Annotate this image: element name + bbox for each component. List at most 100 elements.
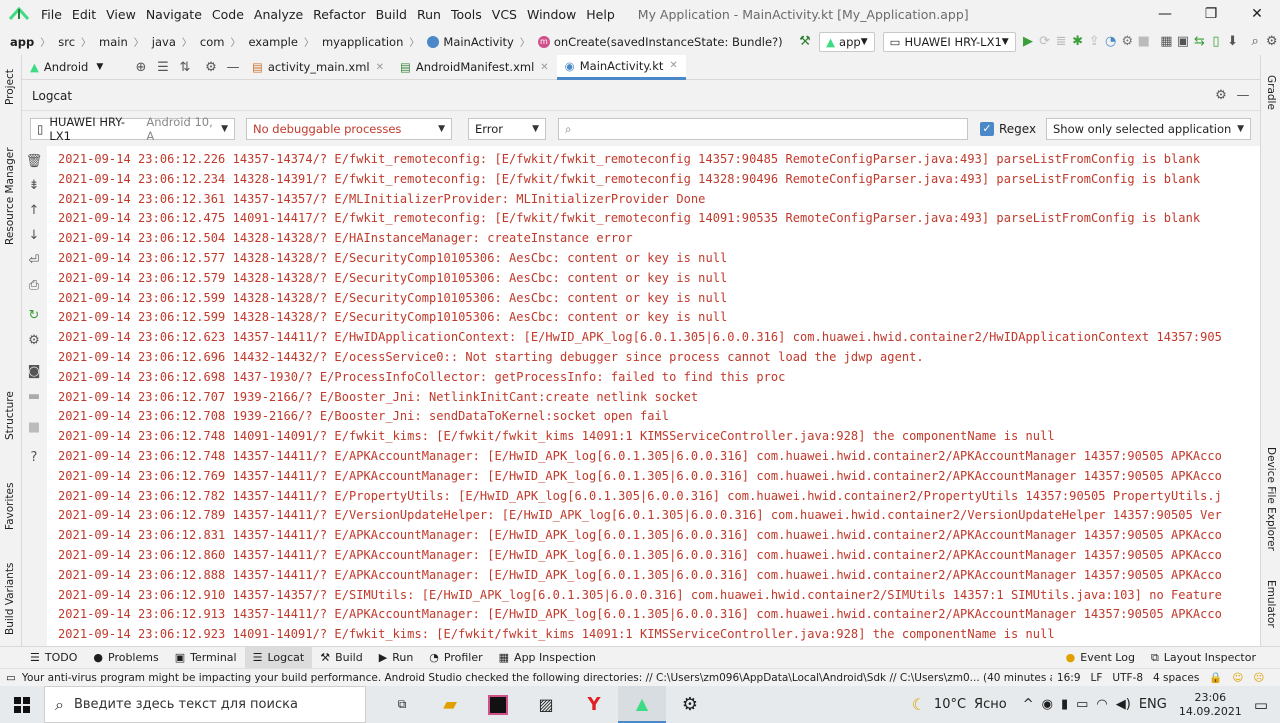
project-tool-tab[interactable]: Project: [4, 69, 16, 105]
smile-icon[interactable]: ☺: [1227, 672, 1248, 684]
breadcrumb-com[interactable]: com 〉: [196, 34, 245, 50]
start-button[interactable]: [0, 686, 44, 723]
hammer-icon[interactable]: ⚒: [797, 31, 814, 53]
tab-problems[interactable]: ● Problems: [85, 647, 166, 669]
settings-gear-icon[interactable]: ⚙: [666, 686, 714, 723]
menu-file[interactable]: File: [36, 7, 67, 22]
menu-help[interactable]: Help: [581, 7, 620, 22]
menu-analyze[interactable]: Analyze: [249, 7, 308, 22]
line-separator[interactable]: LF: [1086, 672, 1108, 684]
build-variants-tool-tab[interactable]: Build Variants: [4, 563, 16, 635]
notification-icon[interactable]: ▭: [6, 672, 16, 684]
lock-icon[interactable]: 🔒: [1204, 671, 1227, 684]
project-view-select[interactable]: ▲ Android ▼: [22, 55, 130, 80]
minimize-button[interactable]: —: [1142, 0, 1188, 28]
sync-icon[interactable]: ⇆: [1191, 31, 1208, 53]
battery-icon[interactable]: ▭: [1072, 697, 1092, 712]
favorites-tool-tab[interactable]: Favorites: [4, 483, 16, 530]
tab-logcat[interactable]: ☰ Logcat: [244, 646, 313, 669]
device-manager-icon[interactable]: ▯: [1208, 31, 1225, 53]
tab-profiler[interactable]: ◔ Profiler: [421, 647, 490, 669]
screen-record-icon[interactable]: ▬: [23, 385, 45, 407]
close-tab-icon[interactable]: ✕: [540, 62, 548, 73]
menu-tools[interactable]: Tools: [446, 7, 487, 22]
print-icon[interactable]: ⎙: [23, 274, 45, 296]
help-icon[interactable]: ?: [23, 446, 45, 468]
tab-run[interactable]: ▶ Run: [371, 647, 422, 669]
device-combo[interactable]: ▯ HUAWEI HRY-LX1 Android 10, A ▼: [30, 115, 235, 143]
stop-icon[interactable]: ■: [1136, 31, 1153, 53]
run-config-select[interactable]: ▲ app ▼: [819, 31, 875, 52]
scroll-to-end-icon[interactable]: ⇟: [23, 174, 45, 196]
menu-edit[interactable]: Edit: [67, 7, 101, 22]
restore-button[interactable]: ❐: [1188, 0, 1234, 28]
tab-terminal[interactable]: ▣ Terminal: [167, 647, 245, 669]
tab-app-inspection[interactable]: ▦ App Inspection: [491, 647, 604, 669]
menu-window[interactable]: Window: [522, 7, 581, 22]
tab-android-manifest[interactable]: ▤ AndroidManifest.xml ✕: [392, 55, 557, 80]
tab-mainactivity-kt[interactable]: ◉ MainActivity.kt ✕: [556, 54, 686, 80]
indent-setting[interactable]: 4 spaces: [1148, 672, 1204, 684]
run-icon[interactable]: ▶: [1020, 31, 1037, 53]
file-explorer-icon[interactable]: ▰: [426, 686, 474, 723]
android-studio-taskbar-icon[interactable]: ▲: [618, 686, 666, 723]
file-encoding[interactable]: UTF-8: [1107, 672, 1148, 684]
gradle-tool-tab[interactable]: Gradle: [1265, 75, 1277, 110]
settings-icon[interactable]: ⚙: [1263, 31, 1280, 53]
breadcrumb-java[interactable]: java 〉: [148, 34, 196, 50]
weather-temp[interactable]: 10°C: [930, 697, 970, 712]
clear-logcat-icon[interactable]: 🗑: [23, 150, 45, 172]
restart-icon[interactable]: ↻: [23, 304, 45, 326]
hide-icon[interactable]: —: [222, 56, 244, 78]
device-file-explorer-tool-tab[interactable]: Device File Explorer: [1265, 447, 1277, 551]
language-indicator[interactable]: ENG: [1135, 697, 1171, 712]
notifications-icon[interactable]: ▭: [1250, 696, 1272, 714]
search-everywhere-icon[interactable]: ⌕: [1247, 31, 1264, 53]
menu-build[interactable]: Build: [371, 7, 412, 22]
weather-text[interactable]: Ясно: [970, 697, 1011, 712]
breadcrumb-src[interactable]: src 〉: [54, 34, 95, 50]
antivirus-icon[interactable]: ◉: [1038, 697, 1057, 712]
app-filter-combo[interactable]: Show only selected application ▼: [1046, 118, 1251, 140]
tab-layout-inspector[interactable]: ⧉ Layout Inspector: [1143, 647, 1264, 669]
menu-code[interactable]: Code: [207, 7, 249, 22]
emulator-tool-tab[interactable]: Emulator: [1265, 580, 1277, 628]
task-view-icon[interactable]: ⧉: [378, 686, 426, 723]
regex-checkbox[interactable]: ✓: [980, 122, 994, 136]
breadcrumb-app[interactable]: app 〉: [6, 34, 54, 50]
close-tab-icon[interactable]: ✕: [376, 62, 384, 73]
screenshot-icon[interactable]: ◙: [23, 360, 45, 382]
soft-wrap-icon[interactable]: ⏎: [23, 249, 45, 271]
menu-refactor[interactable]: Refactor: [308, 7, 370, 22]
hide-panel-icon[interactable]: —: [1232, 85, 1254, 107]
breadcrumb-oncreate[interactable]: m onCreate(savedInstanceState: Bundle?): [534, 35, 787, 49]
clock[interactable]: 23:06 14.09.2021: [1171, 691, 1250, 719]
avd-manager-icon[interactable]: ▣: [1175, 31, 1192, 53]
logcat-search-input[interactable]: ⌕: [558, 118, 968, 140]
tab-build[interactable]: ⚒ Build: [312, 647, 371, 669]
process-combo[interactable]: No debuggable processes ▼: [246, 118, 452, 140]
attach-debugger-icon[interactable]: ⇪: [1086, 31, 1103, 53]
close-tab-icon[interactable]: ✕: [669, 60, 677, 71]
stop-icon[interactable]: ■: [23, 416, 45, 438]
breadcrumb-main[interactable]: main 〉: [95, 34, 148, 50]
sad-icon[interactable]: ☹: [1248, 672, 1269, 684]
taskbar-search[interactable]: ⌕ Введите здесь текст для поиска: [44, 686, 366, 723]
wifi-icon[interactable]: ◠: [1092, 697, 1111, 712]
breadcrumb-example[interactable]: example 〉: [244, 34, 318, 50]
weather-moon-icon[interactable]: ☾: [908, 695, 930, 714]
menu-vcs[interactable]: VCS: [487, 7, 522, 22]
caret-position[interactable]: 16:9: [1052, 672, 1086, 684]
gear-icon[interactable]: ⚙: [200, 56, 222, 78]
menu-run[interactable]: Run: [412, 7, 446, 22]
menu-view[interactable]: View: [101, 7, 141, 22]
status-message[interactable]: Your anti-virus program might be impacti…: [22, 672, 1052, 684]
yandex-browser-icon[interactable]: Y: [570, 686, 618, 723]
device-select[interactable]: ▭ HUAWEI HRY-LX1 ▼: [882, 31, 1016, 52]
locate-icon[interactable]: ⊕: [130, 56, 152, 78]
resource-manager-tool-tab[interactable]: Resource Manager: [4, 147, 16, 245]
debug-icon[interactable]: ✱: [1069, 31, 1086, 53]
gear-icon[interactable]: ⚙: [23, 329, 45, 351]
apply-code-changes-icon[interactable]: ≣: [1053, 31, 1070, 53]
structure-tool-tab[interactable]: Structure: [4, 391, 16, 440]
